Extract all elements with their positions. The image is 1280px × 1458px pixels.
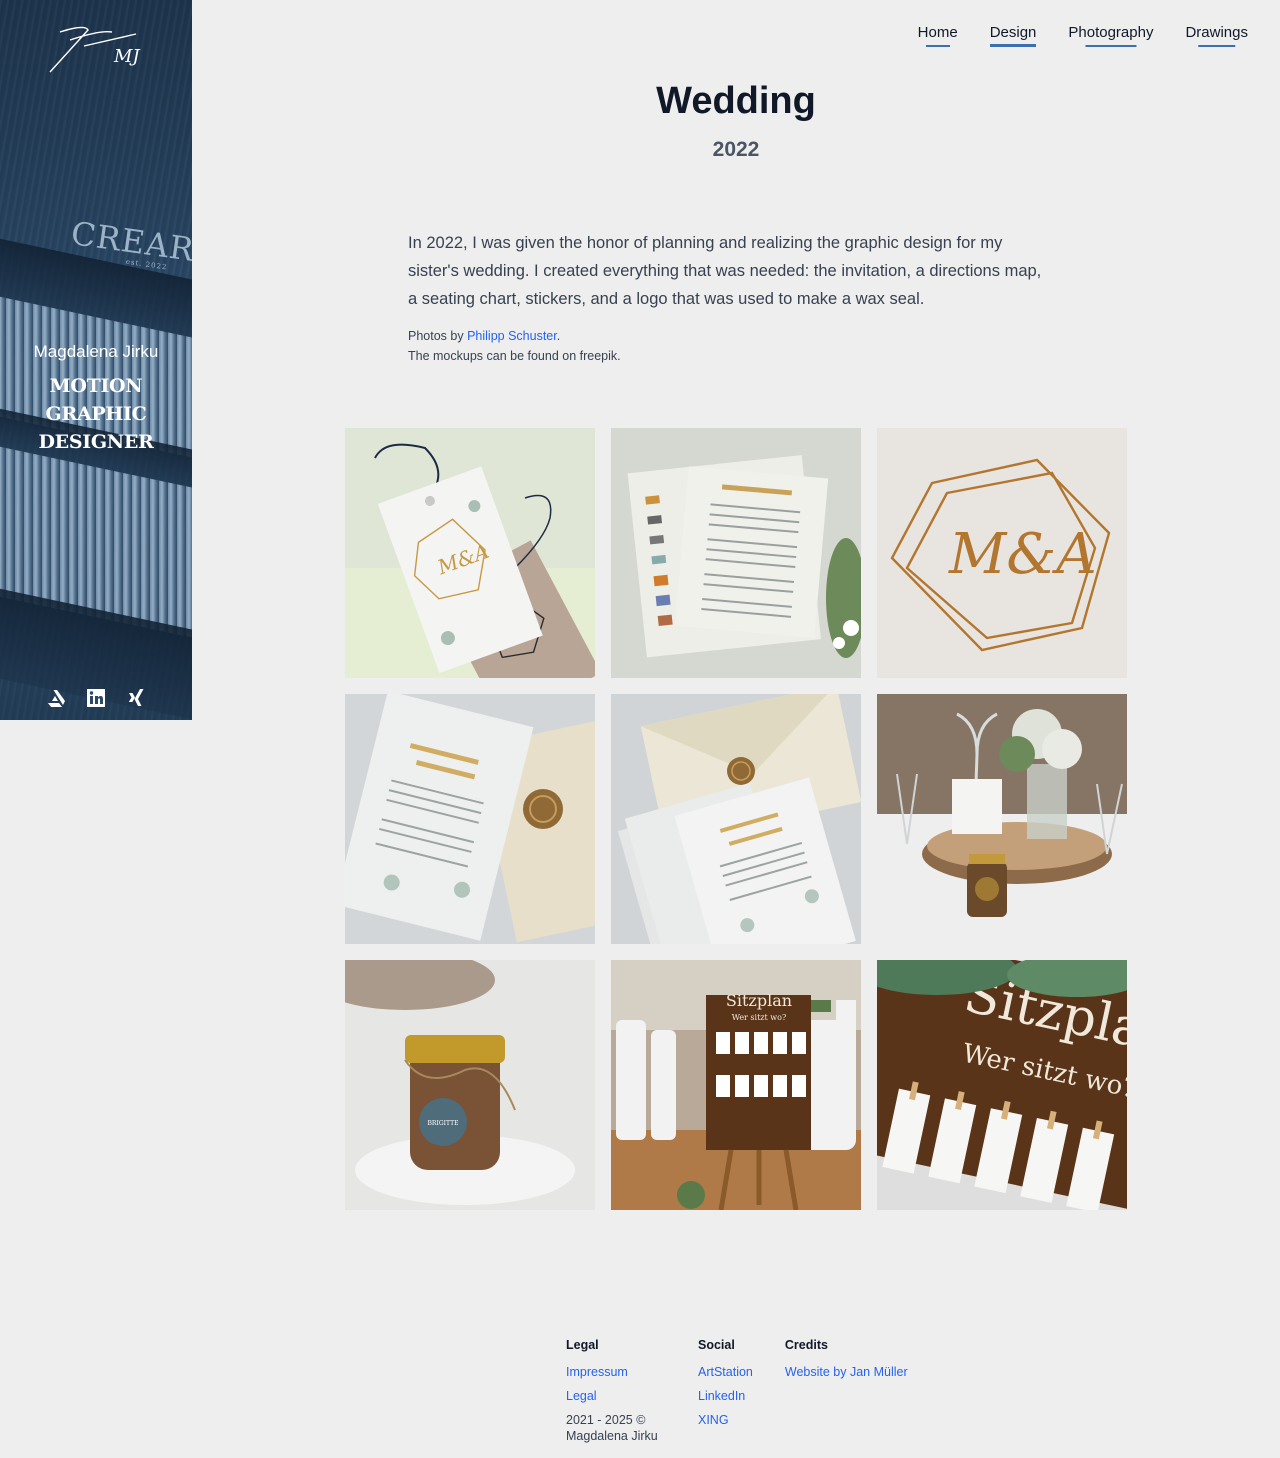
project-description: In 2022, I was given the honor of planni… <box>408 234 1042 308</box>
main-nav: Home Design Photography Drawings <box>918 24 1248 47</box>
project-year: 2022 <box>712 138 760 161</box>
footer-link-xing[interactable]: XING <box>698 1408 753 1432</box>
nav-drawings[interactable]: Drawings <box>1185 24 1248 47</box>
owner-name: Magdalena Jirku <box>33 342 159 361</box>
owner-role: MOTION GRAPHIC DESIGNER <box>38 375 154 453</box>
gallery-image-monogram-logo[interactable]: M&A <box>877 428 1127 678</box>
photographer-link[interactable]: Philipp Schuster <box>467 329 557 343</box>
gallery-image-seating-chart-easel[interactable]: Sitzplan Wer sitzt wo? <box>611 960 861 1210</box>
sidebar: MJ CREARTI est. 2022 Magdalena Jirku MOT… <box>0 0 192 720</box>
logo-initials: MJ <box>113 46 141 67</box>
page-title: Wedding <box>656 80 816 122</box>
gallery-image-table-centerpiece[interactable] <box>877 694 1127 944</box>
project-gallery: M&A M&A BRIGITTE Sitzplan Wer sitzt wo? … <box>345 428 1127 1210</box>
photo-credits: Photos by Philipp Schuster. The mockups … <box>408 326 1048 366</box>
nav-photography[interactable]: Photography <box>1068 24 1153 47</box>
footer-social-column: Social ArtStation LinkedIn XING <box>698 1338 753 1444</box>
nav-home[interactable]: Home <box>918 24 958 47</box>
site-footer: Legal Impressum Legal 2021 - 2025 © Magd… <box>566 1338 908 1444</box>
footer-legal-heading: Legal <box>566 1338 599 1352</box>
nav-design[interactable]: Design <box>989 24 1036 47</box>
photos-suffix: . <box>556 329 561 343</box>
footer-credits-heading: Credits <box>784 1338 828 1352</box>
easel-sign-title: Sitzplan <box>726 991 792 1010</box>
mockups-note: The mockups can be found on freepik. <box>408 349 621 363</box>
signature-logo-icon[interactable]: MJ <box>40 20 150 80</box>
gallery-image-jar-sticker[interactable]: BRIGITTE <box>345 960 595 1210</box>
footer-link-artstation[interactable]: ArtStation <box>698 1360 753 1384</box>
monogram-logo-text: M&A <box>948 522 1097 587</box>
xing-icon[interactable] <box>126 688 146 708</box>
gallery-image-invitation-wax-seal[interactable] <box>345 694 595 944</box>
photos-prefix: Photos by <box>408 329 468 343</box>
gallery-image-menu-card[interactable] <box>611 428 861 678</box>
footer-legal-column: Legal Impressum Legal 2021 - 2025 © Magd… <box>566 1338 666 1444</box>
footer-social-heading: Social <box>698 1338 735 1352</box>
linkedin-icon[interactable] <box>86 688 106 708</box>
artstation-icon[interactable] <box>46 688 66 708</box>
easel-sign-subtitle: Wer sitzt wo? <box>732 1013 786 1022</box>
footer-link-website-credit[interactable]: Website by Jan Müller <box>785 1360 908 1384</box>
footer-link-impressum[interactable]: Impressum <box>566 1360 666 1384</box>
gallery-image-seating-chart-closeup[interactable]: Sitzplan Wer sitzt wo? <box>877 960 1127 1210</box>
footer-credits-column: Credits Website by Jan Müller <box>785 1338 908 1444</box>
footer-link-linkedin[interactable]: LinkedIn <box>698 1384 753 1408</box>
copyright-text: 2021 - 2025 © Magdalena Jirku <box>566 1413 658 1443</box>
social-icons <box>0 688 192 708</box>
gallery-image-tag-mockup[interactable]: M&A <box>345 428 595 678</box>
footer-link-legal[interactable]: Legal <box>566 1384 666 1408</box>
jar-sticker-label: BRIGITTE <box>428 1120 459 1127</box>
gallery-image-envelope-stack[interactable] <box>611 694 861 944</box>
